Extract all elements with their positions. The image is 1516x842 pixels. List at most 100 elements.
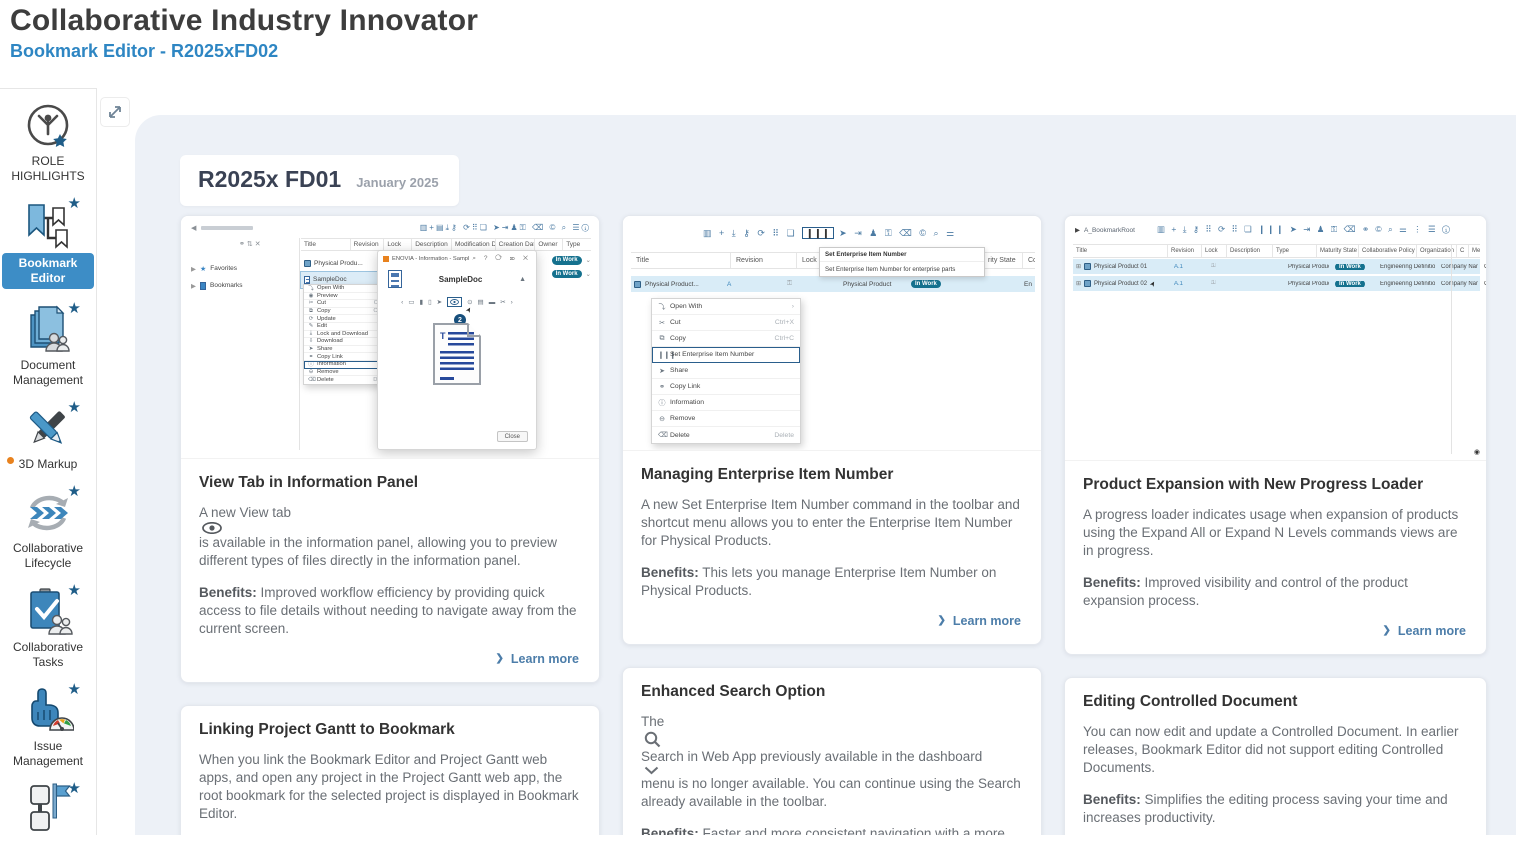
mini-row-policy: Engineering Definition: [1377, 264, 1435, 270]
sidebar-item-partial[interactable]: ★: [0, 773, 96, 842]
learn-more-link[interactable]: ❯ Learn more: [641, 614, 1023, 634]
new-indicator-dot: [7, 457, 14, 464]
card-editing-controlled-document: Editing Controlled Document You can now …: [1064, 677, 1487, 835]
cards-column-3: ▶ A_BookmarkRoot ▥ + ⤓ ⚷ ⠿ ⟳ ⠿ ❏ ❙❙❙ ➤ ⇥…: [1064, 215, 1487, 835]
menu-item: Delete: [317, 377, 334, 383]
mini-col: Revision: [731, 253, 797, 268]
card-title: View Tab in Information Panel: [199, 474, 581, 492]
in-work-badge: In Work: [911, 280, 941, 289]
mini-table-row: ⊞Physical Product 02➤ A.1 ⚿ Physical Pro…: [1073, 276, 1480, 291]
mini-row-org: En: [1024, 281, 1032, 288]
sidebar-item-bookmark-editor[interactable]: ★ Bookmark Editor: [0, 188, 96, 293]
menu-item: Copy Link: [317, 354, 343, 360]
menu-item: Share: [317, 346, 332, 352]
menu-item: Edit: [317, 323, 327, 329]
document-preview: T: [433, 323, 481, 385]
card-enterprise-item-number: ▥ + ⤓ ⚷ ⟳ ⠿ ❏ ❙❙❙ ➤ ⇥ ♟ ⚿ ⌫ © ⌕ ⚌ Title …: [622, 215, 1042, 645]
menu-item: Cut: [670, 319, 681, 326]
mini-col: Owner: [535, 239, 563, 250]
in-work-badge: In Work: [1335, 264, 1365, 270]
mini-table-row: ⊞Physical Product 01 A.1 ⚿ Physical Prod…: [1073, 259, 1480, 274]
sidebar-item-document-management[interactable]: ★ Document Management: [0, 293, 96, 392]
mini-table-row: Physical Product... A ⚿ Physical Product…: [631, 276, 1035, 292]
mini-row-org: Company Name: [1438, 264, 1478, 270]
mini-col: Type: [1273, 245, 1317, 257]
role-highlights-page: { "colors": { "accent_blue": "#3d8dc6", …: [0, 0, 1516, 835]
collaborative-tasks-icon: ★: [21, 587, 75, 637]
sidebar-item-issue-management[interactable]: ★ Issue Management: [0, 674, 96, 773]
whats-new-panel: R2025x FD01 January 2025 ◀ ▥+▤⤓⚷ ⟳⠿❏ ➤⇥♟…: [135, 115, 1516, 835]
page-subtitle: Bookmark Editor - R2025xFD02: [10, 41, 1516, 62]
feature-cards-grid: ◀ ▥+▤⤓⚷ ⟳⠿❏ ➤⇥♟⚿ ⌫ © ⌕ ☰ⓘ ⚭⇅✕ Title Revi…: [180, 215, 1487, 835]
learn-more-link[interactable]: ❯ Learn more: [199, 652, 581, 672]
dialog-tab-icons: ‹▭▮▯➤ ⊙▤▬✂› 2 ➤: [378, 290, 536, 309]
card-benefits: Benefits: This lets you manage Enterpris…: [641, 564, 1023, 600]
chevron-down-icon: [644, 766, 659, 775]
mini-row-title: Physical Produ...: [314, 260, 363, 267]
learn-more-link[interactable]: ❯ Learn more: [1083, 624, 1468, 644]
card-body: Managing Enterprise Item Number A new Se…: [623, 451, 1041, 644]
mini-breadcrumb: ▶ A_BookmarkRoot: [1075, 226, 1135, 234]
sidebar-item-collaborative-lifecycle[interactable]: ★ Collaborative Lifecycle: [0, 476, 96, 575]
mini-context-menu: ⤵Open With› ✂CutCtrl+X ⧉CopyCtrl+C ❙❙❙Se…: [651, 298, 801, 444]
eye-icon: [202, 522, 222, 534]
sidebar-label: ROLE HIGHLIGHTS: [2, 154, 94, 184]
card-body: Linking Project Gantt to Bookmark When y…: [181, 706, 599, 835]
expand-panel-button[interactable]: [100, 97, 130, 127]
close-button: Close: [497, 431, 528, 442]
info-dot-icon: ◉: [1474, 448, 1480, 456]
card-text: The Search in Web App previously availab…: [641, 713, 1023, 811]
mini-row-clipped: C: [1481, 264, 1486, 270]
mini-row-policy: Engineering Definition: [1377, 281, 1435, 287]
mini-window-titlebar: ◀ ▥+▤⤓⚷ ⟳⠿❏ ➤⇥♟⚿ ⌫ © ⌕ ☰ⓘ: [191, 223, 591, 233]
mini-information-dialog: ENOVIA - Information - SampleDoc ⌕ ? ⟳ ⌦…: [377, 250, 537, 450]
menu-item: Open With: [317, 285, 344, 291]
card-text: A progress loader indicates usage when e…: [1083, 506, 1468, 560]
document-management-icon: ★: [21, 305, 75, 355]
mini-col: Modification D...: [452, 239, 496, 250]
mini-toolbar: ▥ + ⤓ ⚷ ⟳ ⠿ ❏ ❙❙❙ ➤ ⇥ ♟ ⚿ ⌫ © ⌕ ⚌: [703, 228, 957, 239]
sidebar-label: Issue Management: [2, 739, 94, 769]
star-icon: ★: [68, 781, 81, 796]
mini-row-type: Physical Product: [1285, 264, 1329, 270]
mini-col: Lock: [1202, 245, 1227, 257]
mini-filter-icons: ⚭⇅✕: [239, 240, 263, 248]
card-text: A new View tab is available in the infor…: [199, 504, 581, 570]
card-enhanced-search: Enhanced Search Option The Search in Web…: [622, 667, 1042, 835]
mini-row-title: SampleDoc: [313, 276, 347, 283]
mini-tree: ▶★Favorites ▶Bookmarks: [191, 260, 297, 294]
card-title: Managing Enterprise Item Number: [641, 466, 1023, 484]
card-title: Product Expansion with New Progress Load…: [1083, 476, 1468, 494]
menu-item: Lock and Download: [317, 331, 368, 337]
card-title: Editing Controlled Document: [1083, 693, 1468, 711]
star-icon: ★: [68, 400, 81, 415]
cards-column-1: ◀ ▥+▤⤓⚷ ⟳⠿❏ ➤⇥♟⚿ ⌫ © ⌕ ☰ⓘ ⚭⇅✕ Title Revi…: [180, 215, 600, 835]
enovia-logo-icon: [383, 256, 389, 262]
mini-row-rev: A: [727, 281, 783, 288]
in-work-badge: In Work: [552, 256, 582, 265]
mini-row-title: Physical Product 02: [1094, 281, 1147, 287]
collaborative-lifecycle-icon: ★: [21, 488, 75, 538]
mini-row-title: Physical Product...: [645, 281, 723, 288]
sidebar-item-role-highlights[interactable]: ROLE HIGHLIGHTS: [0, 89, 96, 188]
page-header: Collaborative Industry Innovator Bookmar…: [0, 0, 1516, 62]
mini-row-org: Company Name: [1438, 281, 1478, 287]
release-version: R2025x FD01: [198, 166, 341, 193]
mini-row-rev: A.1: [1171, 281, 1205, 287]
mini-col: Description: [1227, 245, 1273, 257]
menu-item: Delete: [670, 432, 690, 439]
mini-toolbar: ▥+▤⤓⚷ ⟳⠿❏ ➤⇥♟⚿ ⌫ © ⌕ ☰ⓘ: [420, 223, 591, 233]
chevron-right-icon: ❯: [938, 615, 946, 626]
mini-row-title: Physical Product 01: [1094, 264, 1147, 270]
mini-col: Type: [563, 239, 591, 250]
sidebar-item-3d-markup[interactable]: ★ 3D Markup: [0, 392, 96, 476]
feature-screenshot: ▶ A_BookmarkRoot ▥ + ⤓ ⚷ ⠿ ⟳ ⠿ ❏ ❙❙❙ ➤ ⇥…: [1065, 216, 1486, 461]
mini-col: Maturity State: [1317, 245, 1359, 257]
star-icon: ★: [68, 583, 81, 598]
feature-screenshot: ▥ + ⤓ ⚷ ⟳ ⠿ ❏ ❙❙❙ ➤ ⇥ ♟ ⚿ ⌫ © ⌕ ⚌ Title …: [623, 216, 1041, 451]
sidebar-item-collaborative-tasks[interactable]: ★ Collaborative Tasks: [0, 575, 96, 674]
star-icon: ★: [68, 484, 81, 499]
expand-arrows-icon: [107, 104, 123, 120]
card-view-tab-info-panel: ◀ ▥+▤⤓⚷ ⟳⠿❏ ➤⇥♟⚿ ⌫ © ⌕ ☰ⓘ ⚭⇅✕ Title Revi…: [180, 215, 600, 683]
menu-item: Cut: [317, 300, 326, 306]
